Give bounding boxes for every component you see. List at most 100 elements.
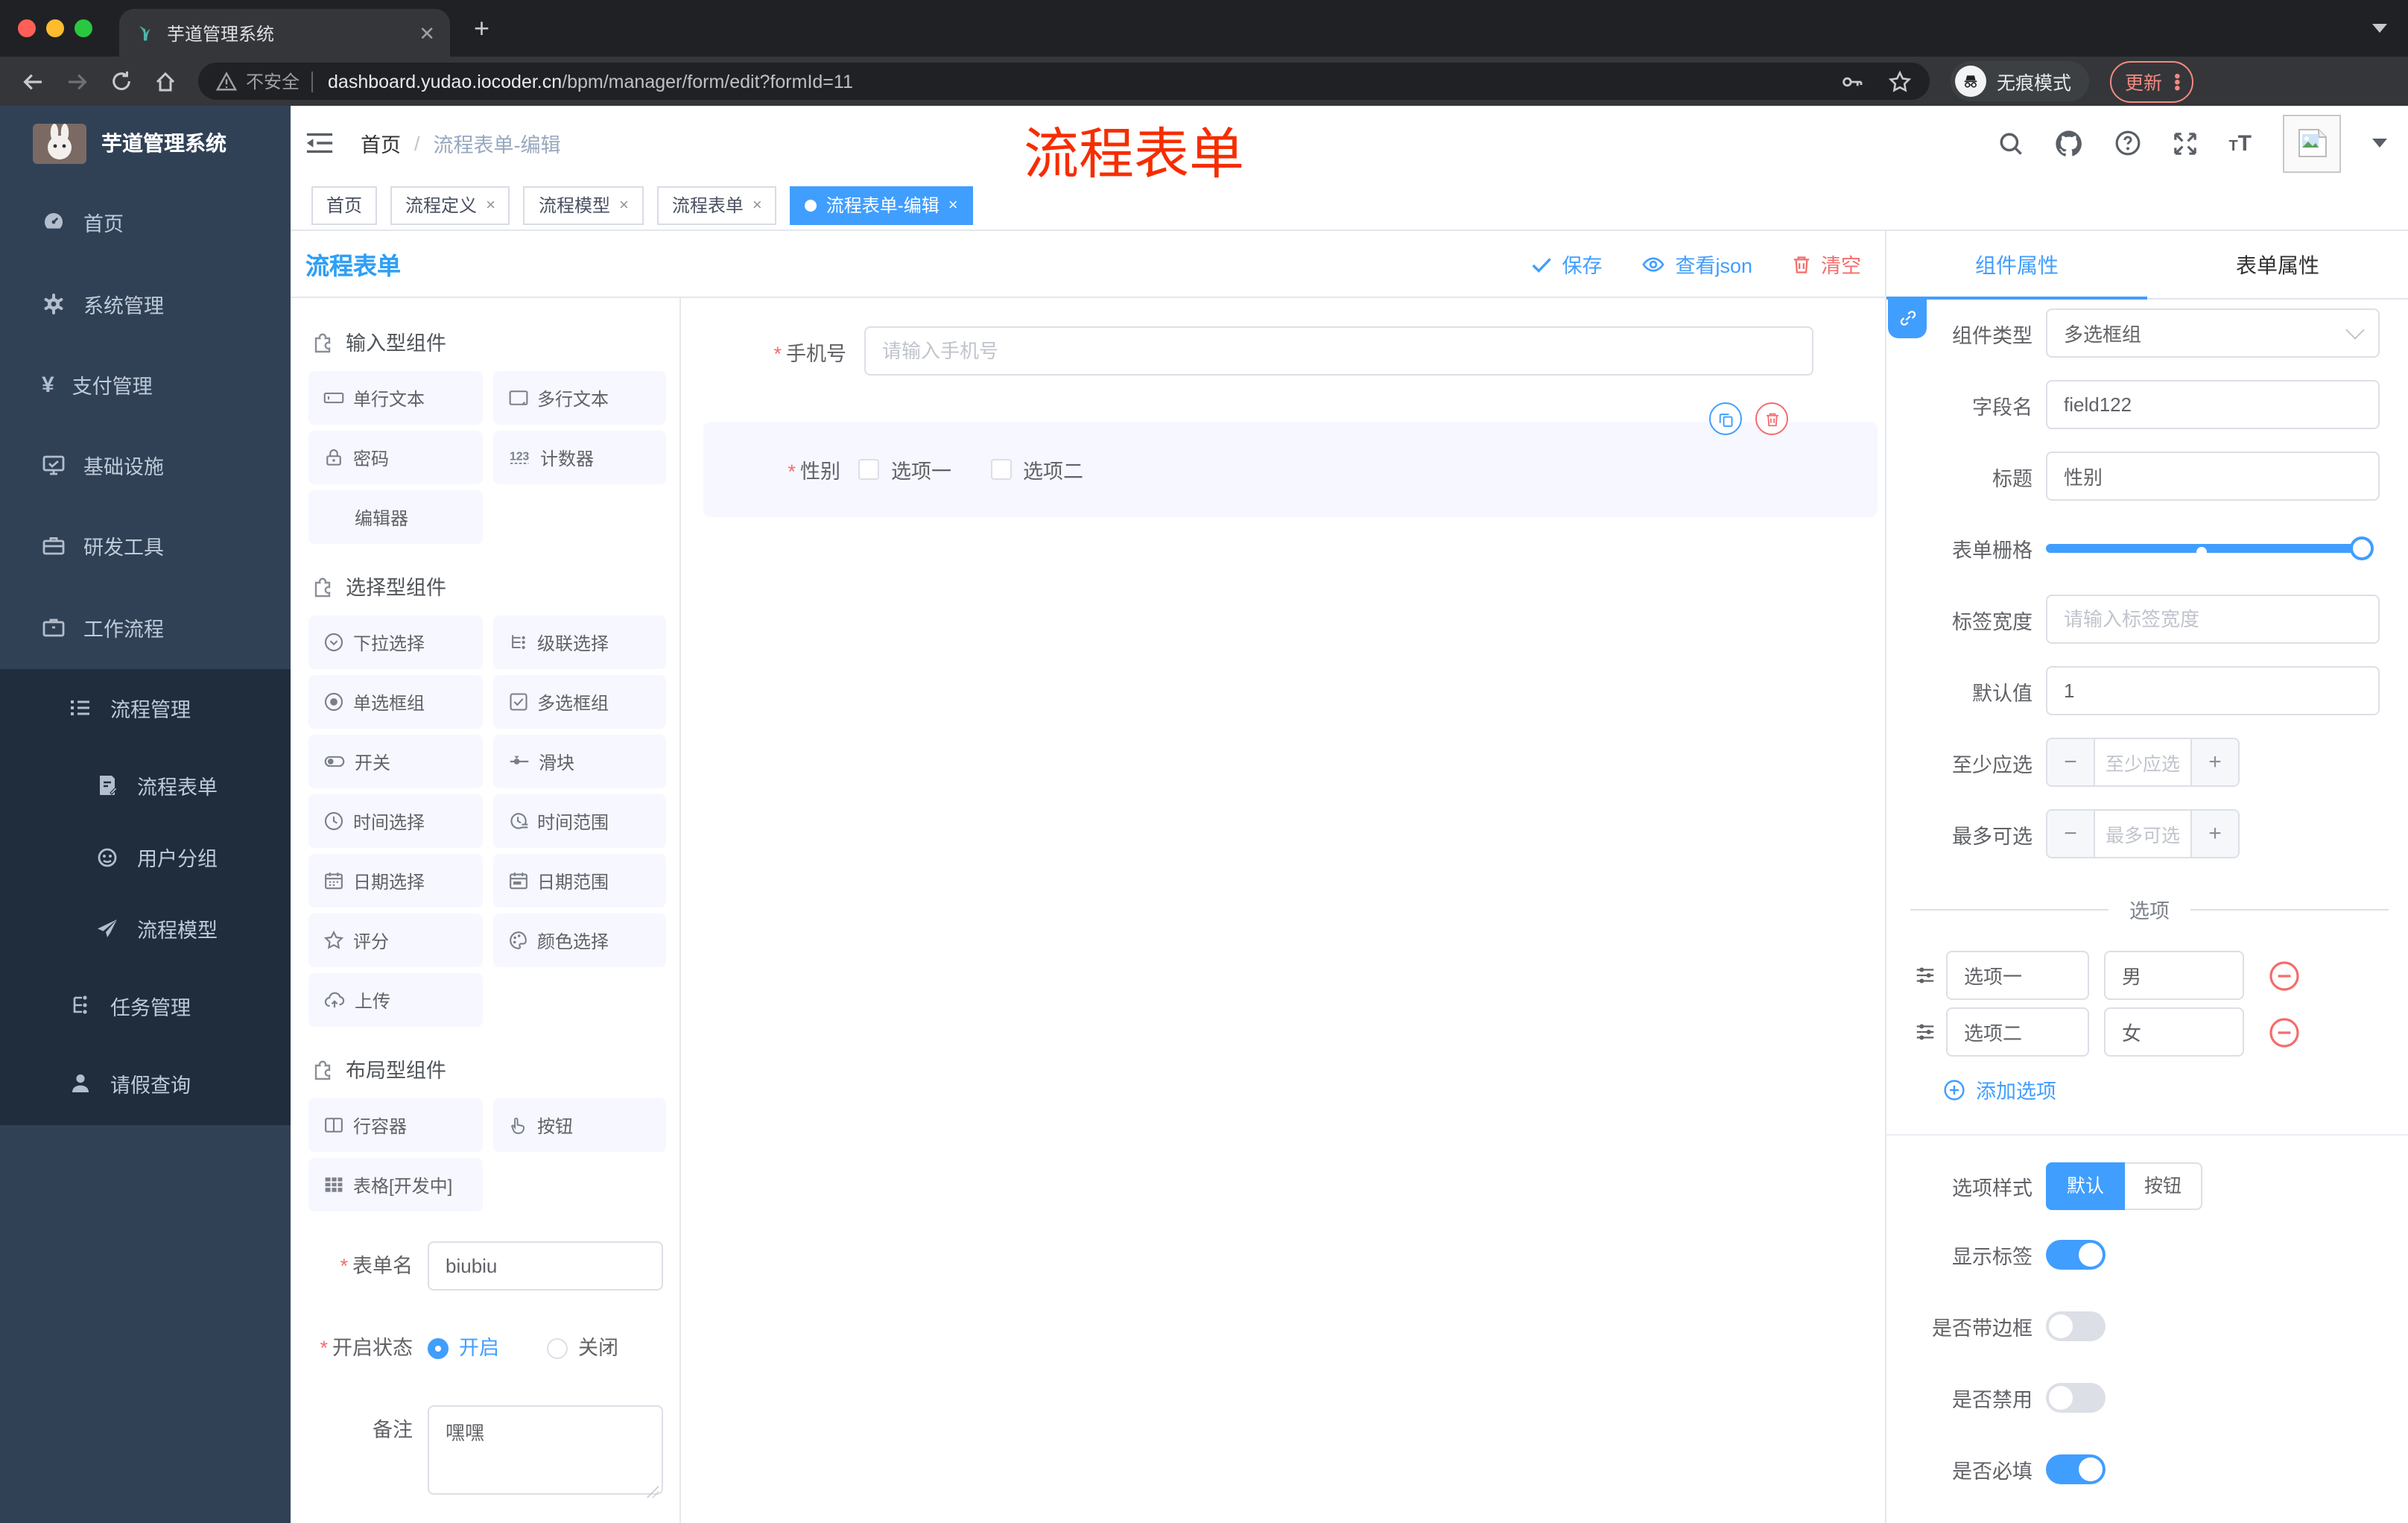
- component-upload[interactable]: 上传: [308, 973, 482, 1027]
- component-time-picker[interactable]: 时间选择: [308, 794, 482, 848]
- tag-home[interactable]: 首页: [311, 186, 378, 224]
- clear-button[interactable]: 清空: [1791, 249, 1861, 279]
- sidebar-item-user-group[interactable]: 用户分组: [0, 821, 291, 893]
- default-value-input[interactable]: [2046, 666, 2380, 715]
- tab-form-props[interactable]: 表单属性: [2147, 231, 2408, 298]
- border-switch[interactable]: [2046, 1311, 2106, 1341]
- form-grid-slider[interactable]: [2046, 523, 2380, 572]
- component-rate[interactable]: 评分: [308, 914, 482, 967]
- resize-handle[interactable]: [647, 1486, 659, 1498]
- option-drag-icon[interactable]: [1913, 1021, 1937, 1043]
- component-time-range[interactable]: 时间范围: [492, 794, 666, 848]
- component-counter[interactable]: 123 计数器: [492, 431, 666, 484]
- close-icon[interactable]: ×: [948, 196, 958, 214]
- sidebar-item-devtools[interactable]: 研发工具: [0, 510, 291, 581]
- browser-tab[interactable]: 芋道管理系统 ✕: [119, 9, 450, 57]
- title-input[interactable]: [2046, 452, 2380, 501]
- component-type-select[interactable]: 多选框组: [2046, 308, 2380, 358]
- sidebar-collapse-icon[interactable]: [305, 131, 334, 155]
- component-table-dev[interactable]: 表格[开发中]: [308, 1158, 482, 1212]
- address-bar[interactable]: 不安全 dashboard.yudao.iocoder.cn/bpm/manag…: [198, 63, 1930, 100]
- component-date-picker[interactable]: 日期选择: [308, 854, 482, 908]
- option-value-input[interactable]: [2104, 951, 2244, 1000]
- increase-button[interactable]: +: [2190, 739, 2238, 785]
- view-json-button[interactable]: 查看json: [1641, 249, 1752, 279]
- sidebar-item-process-form[interactable]: 流程表单: [0, 750, 291, 821]
- sidebar-item-payment[interactable]: ¥ 支付管理: [0, 349, 291, 420]
- component-radio-group[interactable]: 单选框组: [308, 675, 482, 729]
- decrease-button[interactable]: −: [2047, 739, 2095, 785]
- gender-option2-checkbox[interactable]: [990, 459, 1011, 480]
- tag-process-definition[interactable]: 流程定义 ×: [390, 186, 510, 224]
- gender-option1-checkbox[interactable]: [858, 459, 879, 480]
- remove-option-icon[interactable]: [2268, 1016, 2301, 1048]
- tag-process-model[interactable]: 流程模型 ×: [523, 186, 644, 224]
- close-icon[interactable]: ×: [752, 196, 762, 214]
- traffic-zoom-button[interactable]: [75, 19, 92, 37]
- disabled-switch[interactable]: [2046, 1383, 2106, 1413]
- home-icon[interactable]: [153, 69, 177, 93]
- gender-option1-label[interactable]: 选项一: [891, 455, 951, 484]
- component-cascader[interactable]: 级联选择: [492, 615, 666, 669]
- component-row-container[interactable]: 行容器: [308, 1098, 482, 1152]
- sidebar-item-leave-query[interactable]: 请假查询: [0, 1048, 291, 1119]
- increase-button[interactable]: +: [2190, 811, 2238, 857]
- tag-process-form-edit[interactable]: 流程表单-编辑 ×: [790, 186, 973, 224]
- style-button-button[interactable]: 按钮: [2125, 1162, 2203, 1210]
- field-name-input[interactable]: [2046, 380, 2380, 429]
- slider-track[interactable]: [2046, 544, 2371, 553]
- component-date-range[interactable]: 日期范围: [492, 854, 666, 908]
- min-select-value[interactable]: 至少应选: [2095, 739, 2190, 785]
- status-on-label[interactable]: 开启: [459, 1323, 499, 1372]
- label-width-input[interactable]: [2046, 595, 2380, 644]
- tab-component-props[interactable]: 组件属性: [1886, 231, 2147, 298]
- selected-component-block[interactable]: 性别 选项一 选项二: [703, 422, 1878, 517]
- component-password[interactable]: 密码: [308, 431, 482, 484]
- password-key-icon[interactable]: [1840, 69, 1864, 93]
- sidebar-item-workflow[interactable]: 工作流程: [0, 592, 291, 663]
- status-off-label[interactable]: 关闭: [578, 1323, 618, 1372]
- delete-component-button[interactable]: [1755, 402, 1788, 435]
- field-link-tab[interactable]: [1888, 298, 1927, 338]
- required-switch[interactable]: [2046, 1454, 2106, 1484]
- remark-textarea[interactable]: 嘿嘿: [428, 1405, 663, 1495]
- browser-menu-icon[interactable]: • • •: [2174, 66, 2180, 96]
- tab-search-caret-icon[interactable]: [2372, 24, 2387, 33]
- component-editor[interactable]: 编辑器: [308, 490, 482, 544]
- slider-handle[interactable]: [2350, 536, 2374, 560]
- component-select[interactable]: 下拉选择: [308, 615, 482, 669]
- phone-input[interactable]: [864, 326, 1813, 376]
- component-slider[interactable]: 滑块: [492, 735, 666, 788]
- option-label-input[interactable]: [1946, 951, 2089, 1000]
- component-single-text[interactable]: 单行文本: [308, 371, 482, 425]
- tab-close-icon[interactable]: ✕: [419, 23, 435, 42]
- sidebar-item-process-model[interactable]: 流程模型: [0, 893, 291, 964]
- add-option-button[interactable]: 添加选项: [1943, 1074, 2408, 1104]
- option-value-input[interactable]: [2104, 1007, 2244, 1057]
- sidebar-item-system[interactable]: 系统管理: [0, 268, 291, 340]
- breadcrumb-home[interactable]: 首页: [361, 128, 401, 158]
- component-switch[interactable]: 开关: [308, 735, 482, 788]
- option-drag-icon[interactable]: [1913, 964, 1937, 987]
- avatar[interactable]: [2283, 114, 2341, 172]
- form-name-input[interactable]: [428, 1241, 663, 1291]
- forward-icon[interactable]: [66, 69, 89, 93]
- back-icon[interactable]: [21, 69, 45, 93]
- traffic-minimize-button[interactable]: [46, 19, 64, 37]
- close-icon[interactable]: ×: [619, 196, 629, 214]
- style-default-button[interactable]: 默认: [2046, 1162, 2126, 1210]
- font-size-icon[interactable]: TT: [2228, 132, 2252, 154]
- sidebar-item-process-mgmt[interactable]: 流程管理: [0, 672, 291, 744]
- reload-icon[interactable]: [110, 70, 133, 92]
- sidebar-item-infra[interactable]: 基础设施: [0, 429, 291, 501]
- component-checkbox-group[interactable]: 多选框组: [492, 675, 666, 729]
- component-button[interactable]: 按钮: [492, 1098, 666, 1152]
- decrease-button[interactable]: −: [2047, 811, 2095, 857]
- help-icon[interactable]: [2114, 130, 2141, 156]
- save-button[interactable]: 保存: [1530, 249, 1602, 279]
- show-label-switch[interactable]: [2046, 1240, 2106, 1270]
- new-tab-button[interactable]: +: [474, 15, 489, 42]
- tag-process-form[interactable]: 流程表单 ×: [656, 186, 777, 224]
- gender-option2-label[interactable]: 选项二: [1023, 455, 1083, 484]
- component-multi-text[interactable]: 多行文本: [492, 371, 666, 425]
